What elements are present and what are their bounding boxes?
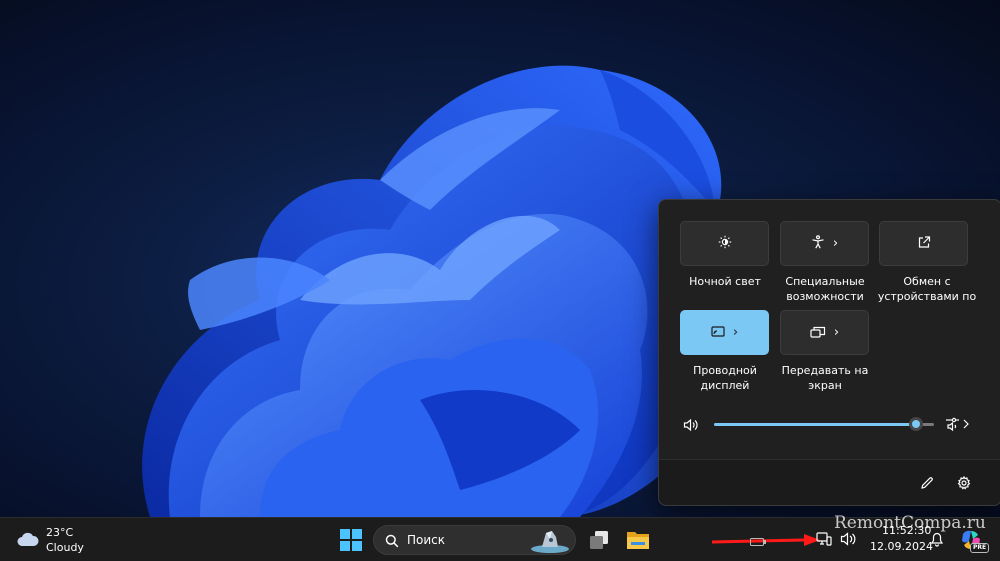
gear-icon[interactable] bbox=[957, 475, 971, 494]
clock-date: 12.09.2024 bbox=[870, 540, 933, 553]
start-icon[interactable] bbox=[340, 529, 362, 555]
search-highlight-illustration bbox=[528, 527, 572, 557]
volume-row bbox=[659, 413, 1000, 437]
weather-condition: Cloudy bbox=[46, 541, 84, 554]
task-view-icon[interactable] bbox=[588, 529, 610, 555]
clock[interactable]: 11:52:30 12.09.2024 bbox=[864, 524, 933, 556]
project-icon bbox=[810, 323, 826, 342]
search-placeholder: Поиск bbox=[407, 533, 446, 547]
copilot-badge: PRE bbox=[970, 543, 990, 553]
weather-temperature: 23°C bbox=[46, 526, 74, 539]
speaker-icon[interactable] bbox=[683, 417, 699, 436]
quick-settings-footer bbox=[659, 459, 1000, 505]
search-icon bbox=[385, 533, 399, 552]
brightness-icon bbox=[718, 234, 732, 253]
tile-project[interactable]: › bbox=[780, 310, 869, 355]
battery-icon[interactable] bbox=[750, 531, 766, 550]
tile-wired-display[interactable]: › bbox=[680, 310, 769, 355]
share-icon bbox=[917, 234, 931, 253]
volume-slider-fill bbox=[714, 423, 917, 426]
file-explorer-icon[interactable] bbox=[626, 529, 650, 555]
audio-output-icon[interactable] bbox=[945, 416, 971, 436]
tile-wired-display-label: Проводной дисплей bbox=[693, 364, 757, 392]
taskbar: 23°C Cloudy Поиск RemontCompa.ru 11:52:3… bbox=[0, 513, 1000, 561]
tile-night-light-label: Ночной свет bbox=[689, 275, 761, 288]
chevron-right-icon: › bbox=[732, 325, 739, 340]
red-arrow-annotation bbox=[711, 533, 820, 553]
pencil-icon[interactable] bbox=[920, 475, 934, 494]
cast-icon bbox=[711, 323, 725, 342]
volume-icon[interactable] bbox=[840, 531, 858, 551]
chevron-right-icon: › bbox=[832, 236, 839, 251]
clock-time: 11:52:30 bbox=[882, 524, 932, 537]
notification-bell-icon[interactable] bbox=[930, 531, 944, 551]
display-icon[interactable] bbox=[816, 531, 832, 551]
tile-accessibility-label: Специальные возможности bbox=[785, 275, 865, 303]
accessibility-icon bbox=[811, 234, 825, 253]
tile-accessibility[interactable]: › bbox=[780, 221, 869, 266]
chevron-right-icon: › bbox=[833, 325, 840, 340]
tile-nearby-sharing[interactable] bbox=[879, 221, 968, 266]
tile-night-light[interactable] bbox=[680, 221, 769, 266]
cloud-icon bbox=[16, 530, 40, 552]
quick-settings-panel: Ночной свет › Специальные возможности Об… bbox=[658, 199, 1000, 506]
volume-slider[interactable] bbox=[714, 417, 934, 431]
tile-project-label: Передавать на экран bbox=[781, 364, 869, 392]
volume-slider-thumb[interactable] bbox=[909, 417, 924, 431]
taskbar-search-box[interactable]: Поиск bbox=[373, 525, 576, 555]
tile-nearby-sharing-label: Обмен с устройствами по bbox=[877, 275, 977, 303]
weather-widget[interactable]: 23°C Cloudy bbox=[10, 524, 120, 556]
